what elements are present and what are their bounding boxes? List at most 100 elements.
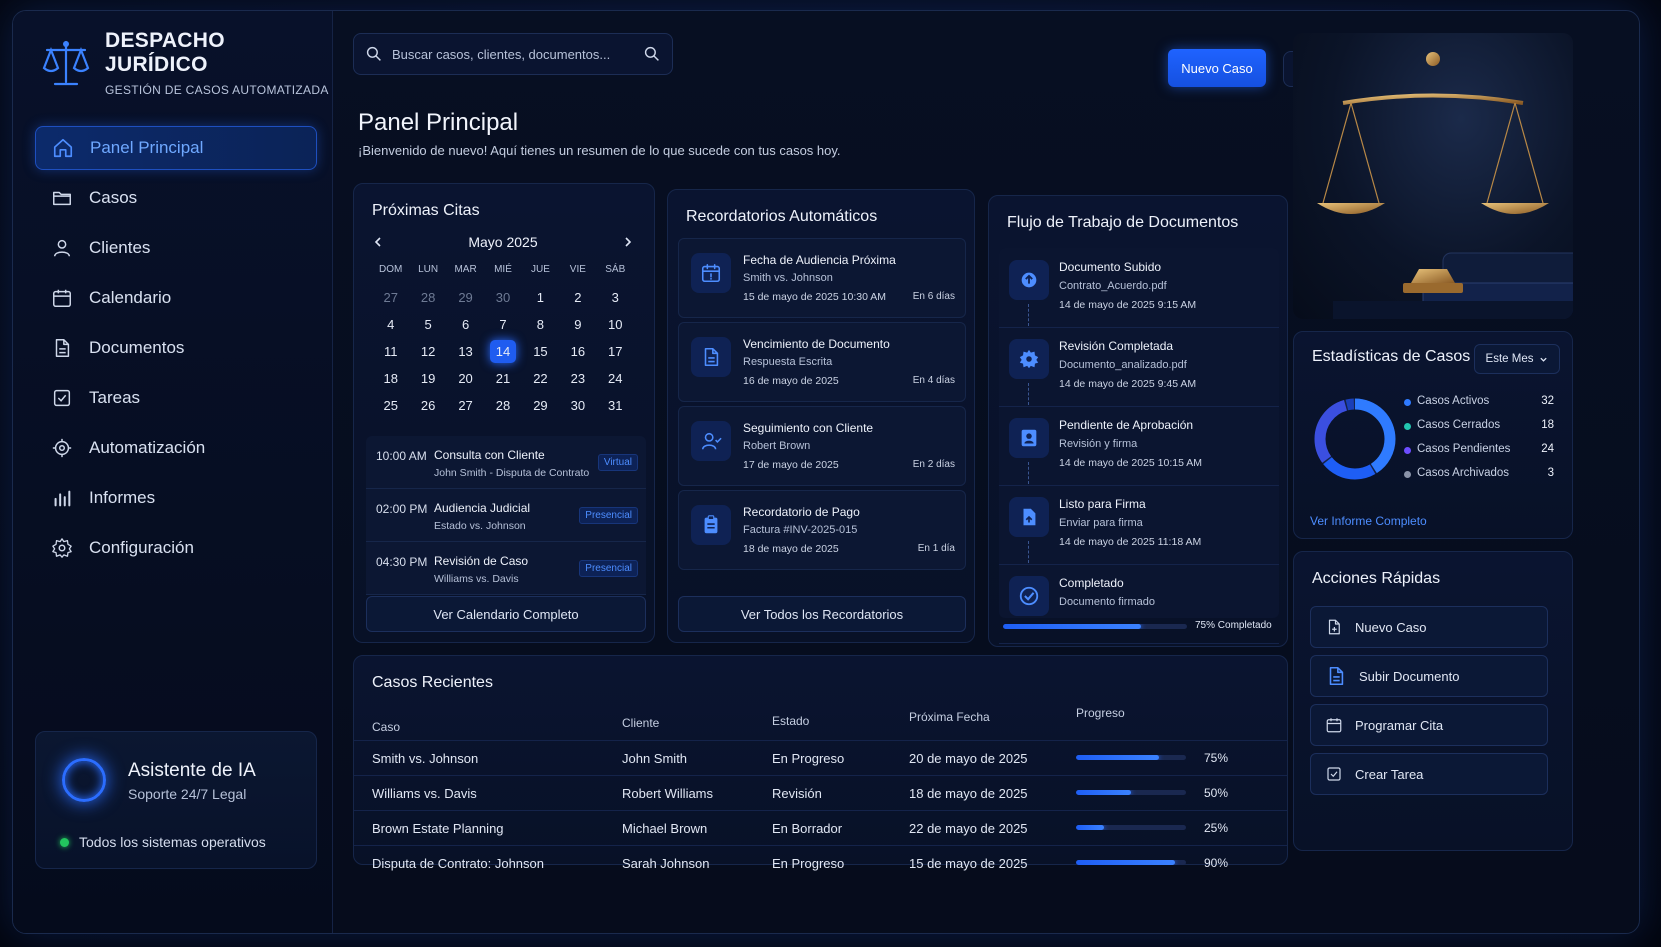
sidebar-item-calendario[interactable]: Calendario <box>35 276 317 320</box>
calendar-day[interactable]: 11 <box>372 340 409 363</box>
calendar-day[interactable]: 10 <box>597 313 634 336</box>
calendar-icon <box>1325 716 1343 734</box>
reminders-card: Recordatorios Automáticos Fecha de Audie… <box>667 189 975 643</box>
calendar-day[interactable]: 8 <box>522 313 559 336</box>
calendar-day[interactable]: 9 <box>559 313 596 336</box>
calendar-day[interactable]: 7 <box>484 313 521 336</box>
calendar-day[interactable]: 5 <box>409 313 446 336</box>
app-window: DESPACHO JURÍDICO GESTIÓN DE CASOS AUTOM… <box>12 10 1640 934</box>
view-reminders-button[interactable]: Ver Todos los Recordatorios <box>678 596 966 632</box>
calendar-day[interactable]: 30 <box>559 394 596 417</box>
calendar-day[interactable]: 31 <box>597 394 634 417</box>
appointment-item[interactable]: 10:00 AM Consulta con Cliente John Smith -… <box>366 436 646 489</box>
workflow-step[interactable]: Pendiente de Aprobación Revisión y firma 1… <box>999 406 1279 486</box>
calendar-day[interactable]: 24 <box>597 367 634 390</box>
table-row[interactable]: Williams vs. Davis Robert Williams Revisió… <box>354 775 1287 810</box>
workflow-step[interactable]: Revisión Completada Documento_analizado.p… <box>999 327 1279 407</box>
workflow-step[interactable]: Completado Documento firmado <box>999 564 1279 644</box>
calendar-day[interactable]: 2 <box>559 286 596 309</box>
calendar-day[interactable]: 12 <box>409 340 446 363</box>
step-connector <box>1028 383 1029 405</box>
sidebar-item-configuracion[interactable]: Configuración <box>35 526 317 570</box>
calendar-day[interactable]: 20 <box>447 367 484 390</box>
view-calendar-button[interactable]: Ver Calendario Completo <box>366 596 646 632</box>
folder-icon <box>51 187 73 209</box>
day-number: 18 <box>383 371 398 386</box>
appointment-time: 02:00 PM <box>376 502 428 516</box>
calendar-day[interactable]: 29 <box>447 286 484 309</box>
quick-action-label: Programar Cita <box>1355 717 1444 733</box>
calendar-day[interactable]: 3 <box>597 286 634 309</box>
chevron-left-icon[interactable] <box>372 236 384 248</box>
workflow-step[interactable]: Documento Subido Contrato_Acuerdo.pdf 14 d… <box>999 248 1279 328</box>
day-number: 23 <box>570 371 586 386</box>
calendar-day[interactable]: 4 <box>372 313 409 336</box>
period-select[interactable]: Este Mes <box>1474 344 1560 374</box>
appointment-type-badge: Presencial <box>579 560 638 577</box>
sidebar-item-casos[interactable]: Casos <box>35 176 317 220</box>
case-name: Brown Estate Planning <box>372 821 504 836</box>
workflow-step-title: Completado <box>1059 576 1124 590</box>
calendar-day-selected[interactable]: 14 <box>484 340 521 363</box>
day-number: 17 <box>608 344 623 359</box>
reminder-item[interactable]: Fecha de Audiencia Próxima Smith vs. John… <box>678 238 966 318</box>
ai-assistant-card[interactable]: Asistente de IA Soporte 24/7 Legal Todos… <box>35 731 317 869</box>
calendar-header: Mayo 2025 <box>372 234 634 250</box>
quick-action-subir-documento[interactable]: Subir Documento <box>1310 655 1548 697</box>
search-input[interactable] <box>392 46 634 62</box>
appointment-item[interactable]: 04:30 PM Revisión de Caso Williams vs. Dav… <box>366 542 646 595</box>
search-bar[interactable] <box>353 33 673 75</box>
calendar-day[interactable]: 29 <box>522 394 559 417</box>
day-number: 12 <box>420 344 436 359</box>
day-number: 29 <box>458 290 473 305</box>
search-submit-icon[interactable] <box>644 46 660 62</box>
day-number: 16 <box>570 344 586 359</box>
sidebar-item-informes[interactable]: Informes <box>35 476 317 520</box>
quick-action-programar-cita[interactable]: Programar Cita <box>1310 704 1548 746</box>
calendar-day[interactable]: 17 <box>597 340 634 363</box>
case-name: Smith vs. Johnson <box>372 751 479 766</box>
step-connector <box>1028 304 1029 326</box>
calendar-day[interactable]: 27 <box>447 394 484 417</box>
calendar-day[interactable]: 25 <box>372 394 409 417</box>
sidebar-item-automatizacion[interactable]: Automatización <box>35 426 317 470</box>
calendar-day[interactable]: 27 <box>372 286 409 309</box>
calendar-day[interactable]: 16 <box>559 340 596 363</box>
quick-action-crear-tarea[interactable]: Crear Tarea <box>1310 753 1548 795</box>
reminder-item[interactable]: Seguimiento con Cliente Robert Brown 17 de… <box>678 406 966 486</box>
calendar-day[interactable]: 18 <box>372 367 409 390</box>
sidebar-item-documentos[interactable]: Documentos <box>35 326 317 370</box>
case-progress-percent: 50% <box>1204 786 1229 800</box>
day-number: 30 <box>570 398 586 413</box>
calendar-day[interactable]: 6 <box>447 313 484 336</box>
appointment-subtitle: Williams vs. Davis <box>434 573 519 585</box>
reminder-item[interactable]: Recordatorio de Pago Factura #INV-2025-01… <box>678 490 966 570</box>
calendar-day[interactable]: 28 <box>409 286 446 309</box>
chevron-right-icon[interactable] <box>622 236 634 248</box>
appointment-item[interactable]: 02:00 PM Audiencia Judicial Estado vs. Joh… <box>366 489 646 542</box>
table-row[interactable]: Brown Estate Planning Michael Brown En Bor… <box>354 810 1287 845</box>
calendar-day[interactable]: 28 <box>484 394 521 417</box>
calendar-day[interactable]: 1 <box>522 286 559 309</box>
new-case-button[interactable]: Nuevo Caso <box>1168 49 1266 87</box>
calendar-day[interactable]: 15 <box>522 340 559 363</box>
table-row[interactable]: Smith vs. Johnson John Smith En Progreso 20… <box>354 740 1287 775</box>
table-row[interactable]: Disputa de Contrato: Johnson Sarah Johnso… <box>354 845 1287 880</box>
calendar-day[interactable]: 30 <box>484 286 521 309</box>
view-report-link[interactable]: Ver Informe Completo <box>1310 514 1427 528</box>
sidebar-item-tareas[interactable]: Tareas <box>35 376 317 420</box>
calendar-day[interactable]: 13 <box>447 340 484 363</box>
calendar-day[interactable]: 21 <box>484 367 521 390</box>
calendar-day[interactable]: 26 <box>409 394 446 417</box>
status-dot-icon <box>60 837 69 847</box>
calendar-day[interactable]: 22 <box>522 367 559 390</box>
calendar-day[interactable]: 19 <box>409 367 446 390</box>
sidebar-item-label: Documentos <box>89 338 185 357</box>
sidebar-item-panel-principal[interactable]: Panel Principal <box>35 126 317 170</box>
workflow-step[interactable]: Listo para Firma Enviar para firma 14 de m… <box>999 485 1279 565</box>
calendar-day[interactable]: 23 <box>559 367 596 390</box>
quick-action-nuevo-caso[interactable]: Nuevo Caso <box>1310 606 1548 648</box>
sidebar-item-label: Configuración <box>89 538 194 557</box>
sidebar-item-clientes[interactable]: Clientes <box>35 226 317 270</box>
reminder-item[interactable]: Vencimiento de Documento Respuesta Escrit… <box>678 322 966 402</box>
